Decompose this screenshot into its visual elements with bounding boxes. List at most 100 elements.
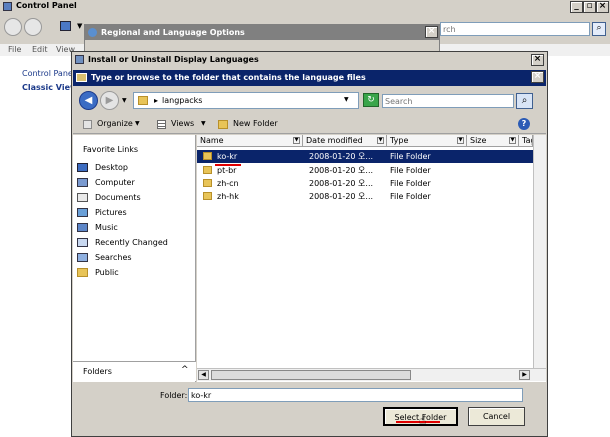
column-date[interactable]: Date modified ▼ — [303, 135, 387, 147]
scroll-thumb[interactable] — [211, 370, 411, 380]
install-languages-dialog: Install or Uninstall Display Languages ×… — [71, 51, 548, 437]
column-name-dropdown-icon[interactable]: ▼ — [293, 137, 300, 144]
column-tag-label: Tag — [522, 136, 532, 145]
organize-dropdown-icon[interactable]: ▼ — [135, 120, 140, 127]
breadcrumb-langpacks[interactable]: langpacks — [162, 96, 202, 105]
chevron-down-icon[interactable]: ▼ — [77, 22, 82, 30]
close-button[interactable]: × — [596, 1, 609, 13]
folder-input[interactable] — [188, 388, 523, 402]
file-type: File Folder — [390, 166, 431, 175]
views-menu[interactable]: Views — [171, 119, 194, 128]
folder-icon — [203, 166, 212, 174]
file-name: zh-cn — [217, 179, 239, 188]
file-name: zh-hk — [217, 192, 239, 201]
dialog-icon — [75, 55, 84, 64]
file-row[interactable]: pt-br 2008-01-20 오... File Folder — [197, 164, 546, 177]
mouse-cursor-icon: ☝ — [419, 413, 427, 427]
organize-menu[interactable]: Organize — [97, 119, 133, 128]
horizontal-scrollbar[interactable]: ◀ ▶ — [197, 368, 546, 381]
address-bar[interactable]: ▸ langpacks ▼ — [133, 92, 359, 109]
views-icon — [157, 120, 166, 129]
dialog-close-button[interactable]: × — [531, 54, 544, 66]
refresh-icon[interactable]: ↻ — [363, 93, 379, 107]
column-tag[interactable]: Tag — [519, 135, 533, 147]
recently-changed-icon — [77, 238, 88, 247]
classic-view-link[interactable]: Classic View — [22, 83, 77, 92]
searches-icon — [77, 253, 88, 262]
column-date-dropdown-icon[interactable]: ▼ — [377, 137, 384, 144]
control-panel-right-edge — [548, 56, 610, 437]
back-arrow-icon[interactable]: ◀ — [79, 91, 98, 110]
column-type[interactable]: Type ▼ — [387, 135, 467, 147]
control-panel-left-pane: Control Panel Classic View — [0, 56, 80, 437]
new-folder-button[interactable]: New Folder — [233, 119, 278, 128]
globe-icon — [88, 28, 97, 37]
folder-browse-icon — [76, 73, 87, 82]
file-row[interactable]: zh-cn 2008-01-20 오... File Folder — [197, 177, 546, 190]
cancel-button[interactable]: Cancel — [468, 407, 525, 426]
favorite-links-pane: Favorite Links Desktop Computer Document… — [73, 135, 196, 382]
history-dropdown-icon[interactable]: ▼ — [122, 97, 127, 104]
file-date: 2008-01-20 오... — [309, 179, 374, 188]
forward-icon[interactable] — [24, 18, 42, 36]
dialog-command-bar: Organize ▼ Views ▼ New Folder ? — [73, 116, 546, 134]
browse-prompt-bar: Type or browse to the folder that contai… — [73, 70, 546, 86]
organize-icon — [83, 120, 92, 129]
favorite-links-header: Favorite Links — [83, 145, 139, 154]
control-panel-title: Control Panel — [16, 1, 77, 10]
search-icon[interactable]: ⌕ — [592, 22, 606, 36]
control-panel-home-link[interactable]: Control Panel — [22, 69, 75, 78]
regional-close-button[interactable]: × — [425, 26, 438, 38]
music-icon — [77, 223, 88, 232]
regional-options-title: Regional and Language Options — [101, 28, 245, 37]
folder-view-icon — [60, 21, 71, 31]
column-size-dropdown-icon[interactable]: ▼ — [509, 137, 516, 144]
dialog-search-input[interactable] — [382, 94, 514, 108]
menu-edit[interactable]: Edit — [32, 45, 48, 54]
forward-arrow-icon[interactable]: ▶ — [100, 91, 119, 110]
scroll-left-icon[interactable]: ◀ — [198, 370, 209, 380]
column-name[interactable]: Name ▼ — [197, 135, 303, 147]
folders-toggle[interactable]: Folders ^ — [73, 361, 196, 381]
control-panel-titlebar: Control Panel _ ▫ × — [0, 0, 610, 14]
public-folder-icon — [77, 268, 88, 277]
computer-icon — [77, 178, 88, 187]
file-type: File Folder — [390, 179, 431, 188]
regional-options-window: Regional and Language Options × — [84, 24, 440, 52]
views-dropdown-icon[interactable]: ▼ — [201, 120, 206, 127]
menu-file[interactable]: File — [8, 45, 21, 54]
folders-label: Folders — [83, 367, 112, 376]
chevron-up-icon[interactable]: ^ — [181, 365, 189, 375]
prompt-close-button[interactable]: × — [531, 71, 544, 83]
file-row[interactable]: zh-hk 2008-01-20 오... File Folder — [197, 190, 546, 203]
scroll-right-icon[interactable]: ▶ — [519, 370, 530, 380]
file-row[interactable]: ko-kr 2008-01-20 오... File Folder — [197, 150, 546, 163]
cancel-label: Cancel — [482, 412, 511, 421]
control-panel-search-input[interactable] — [440, 22, 590, 36]
file-date: 2008-01-20 오... — [309, 192, 374, 201]
help-icon[interactable]: ? — [518, 118, 530, 130]
column-date-label: Date modified — [306, 136, 363, 145]
minimize-button[interactable]: _ — [570, 1, 583, 13]
column-type-dropdown-icon[interactable]: ▼ — [457, 137, 464, 144]
documents-icon — [77, 193, 88, 202]
address-folder-icon — [138, 96, 148, 105]
column-size[interactable]: Size ▼ — [467, 135, 519, 147]
column-type-label: Type — [390, 136, 409, 145]
browse-prompt-text: Type or browse to the folder that contai… — [91, 73, 366, 82]
control-panel-icon — [3, 2, 12, 11]
dialog-search-icon[interactable]: ⌕ — [516, 93, 533, 109]
folder-icon — [203, 179, 212, 187]
folder-label: Folder: — [160, 391, 188, 400]
dialog-navigation-bar: ◀ ▶ ▼ ▸ langpacks ▼ ↻ ⌕ — [73, 88, 546, 114]
maximize-button[interactable]: ▫ — [583, 1, 596, 13]
folder-icon — [203, 152, 212, 160]
vertical-scrollbar[interactable] — [533, 135, 546, 368]
address-dropdown-icon[interactable]: ▼ — [344, 96, 349, 103]
dialog-title: Install or Uninstall Display Languages — [88, 55, 259, 64]
file-name: pt-br — [217, 166, 237, 175]
column-size-label: Size — [470, 136, 487, 145]
regional-options-titlebar: Regional and Language Options × — [85, 25, 439, 40]
back-icon[interactable] — [4, 18, 22, 36]
breadcrumb-separator-icon: ▸ — [154, 96, 159, 105]
